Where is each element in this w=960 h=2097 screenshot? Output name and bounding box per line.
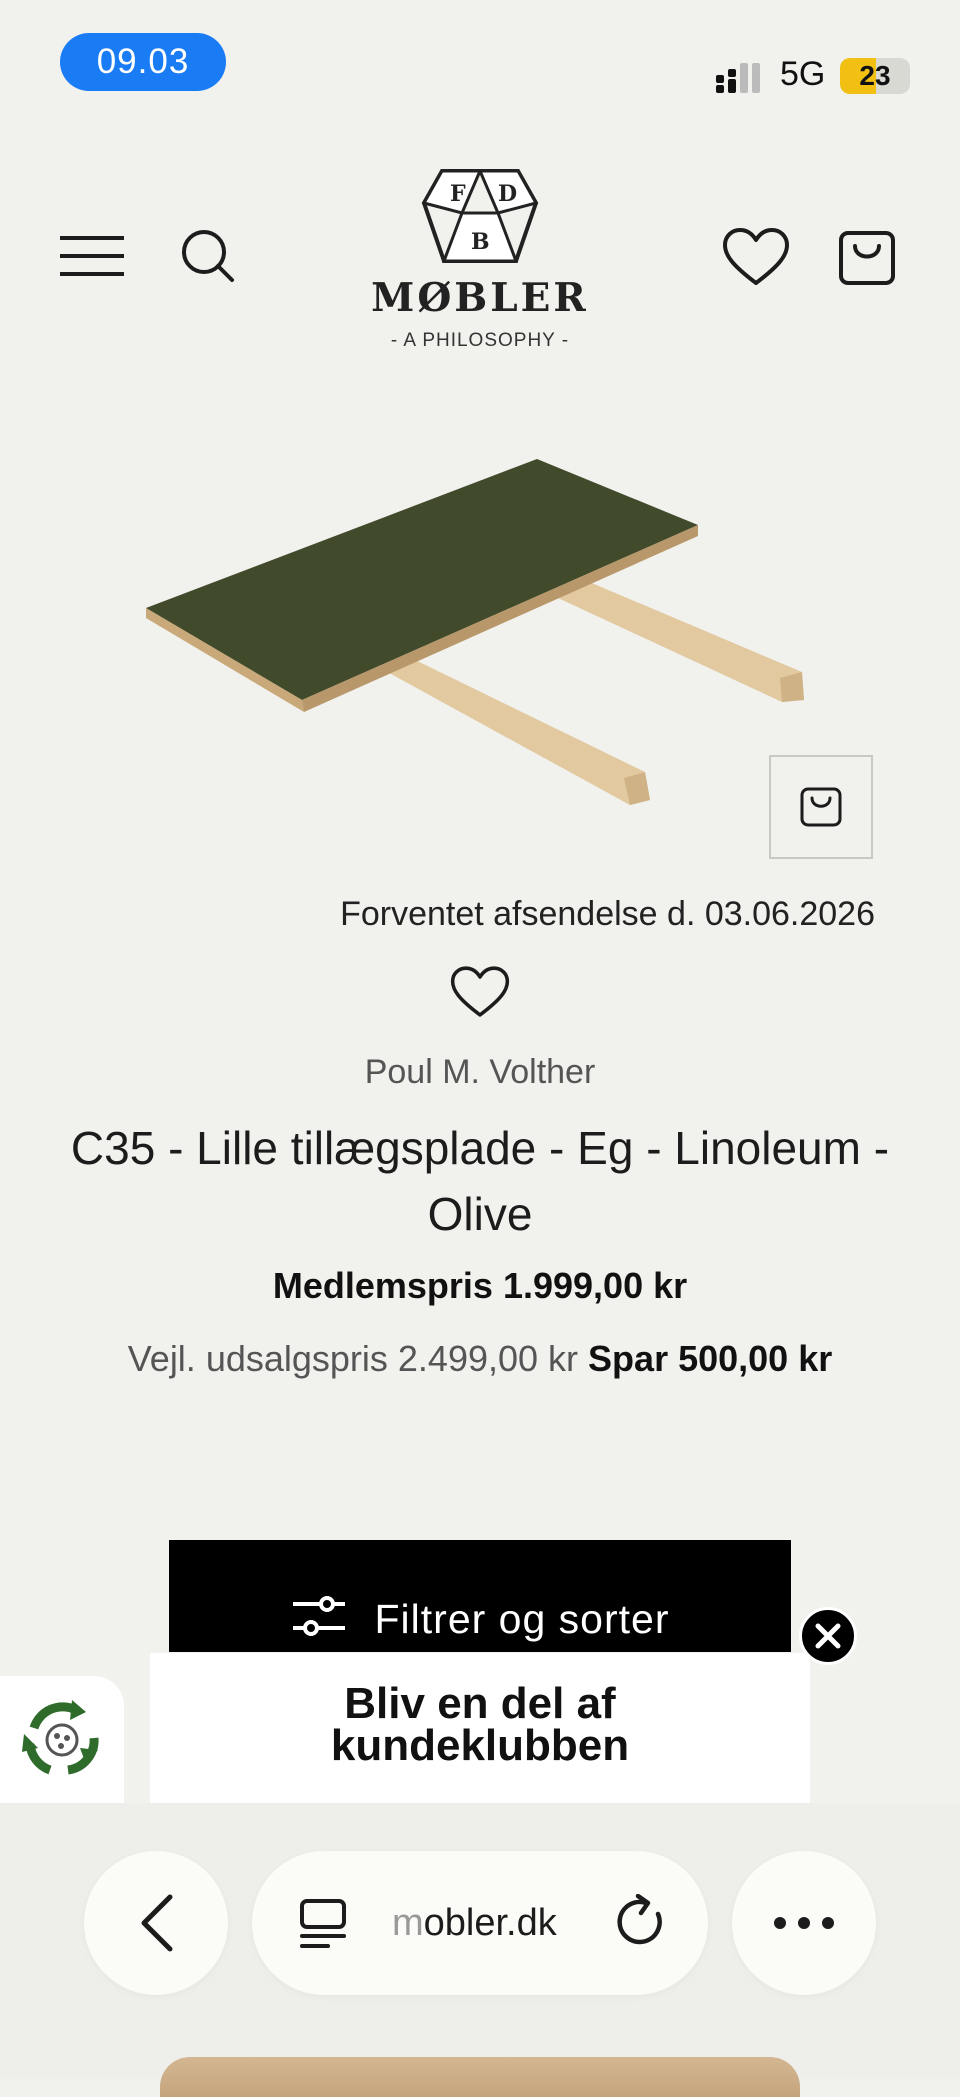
next-product-image-peek (160, 2057, 800, 2097)
filter-sort-label: Filtrer og sorter (374, 1596, 670, 1642)
more-options-button[interactable] (732, 1851, 876, 1995)
retail-price-line: Vejl. udsalgspris 2.499,00 kr Spar 500,0… (0, 1338, 960, 1380)
sliders-icon (292, 1596, 345, 1636)
bag-icon (800, 787, 842, 827)
heart-icon[interactable] (722, 227, 790, 287)
logo-letter-b: B (471, 229, 490, 255)
battery-level: 23 (859, 60, 891, 91)
status-time: 09.03 (60, 33, 226, 91)
product-designer[interactable]: Poul M. Volther (0, 1053, 960, 1092)
club-banner-line1: Bliv en del af (344, 1679, 616, 1728)
url-host: obler.dk (423, 1902, 557, 1944)
bag-icon[interactable] (838, 230, 896, 286)
reader-icon[interactable] (298, 1898, 348, 1950)
brand-tagline: - A PHILOSOPHY - (390, 330, 570, 351)
club-signup-banner[interactable]: Bliv en del af kundeklubben (150, 1653, 810, 1803)
favorite-heart-icon[interactable] (450, 965, 510, 1019)
close-banner-button[interactable] (799, 1607, 857, 1665)
recycle-icon (22, 1699, 99, 1774)
product-title[interactable]: C35 - Lille tillægsplade - Eg - Linoleum… (40, 1115, 920, 1247)
close-icon (815, 1623, 841, 1649)
retail-price: Vejl. udsalgspris 2.499,00 kr (127, 1338, 579, 1379)
add-to-cart-button[interactable] (769, 755, 873, 859)
product-image[interactable] (140, 450, 820, 810)
back-button[interactable] (84, 1851, 228, 1995)
member-price: Medlemspris 1.999,00 kr (272, 1265, 688, 1306)
url-display[interactable]: mobler.dk (392, 1902, 557, 1945)
signal-icon (716, 63, 760, 93)
sustainability-badge[interactable] (0, 1676, 124, 1803)
network-label: 5G (780, 55, 826, 93)
club-banner-line2: kundeklubben (330, 1721, 630, 1770)
battery-indicator: 23 (840, 58, 910, 94)
filter-sort-button[interactable]: Filtrer og sorter (169, 1540, 791, 1652)
more-icon (774, 1917, 834, 1929)
back-icon (141, 1894, 173, 1952)
search-icon[interactable] (180, 228, 236, 284)
logo-letter-f: F (450, 181, 466, 207)
menu-icon[interactable] (60, 233, 126, 279)
reload-icon[interactable] (616, 1894, 668, 1950)
savings-amount: Spar 500,00 kr (588, 1338, 833, 1379)
logo-letter-d: D (498, 181, 517, 207)
url-prefix: m (392, 1902, 424, 1944)
shipping-estimate: Forventet afsendelse d. 03.06.2026 (340, 895, 875, 933)
brand-logo-mark[interactable]: F D B (420, 163, 540, 271)
brand-name[interactable]: MØBLER (330, 275, 630, 321)
